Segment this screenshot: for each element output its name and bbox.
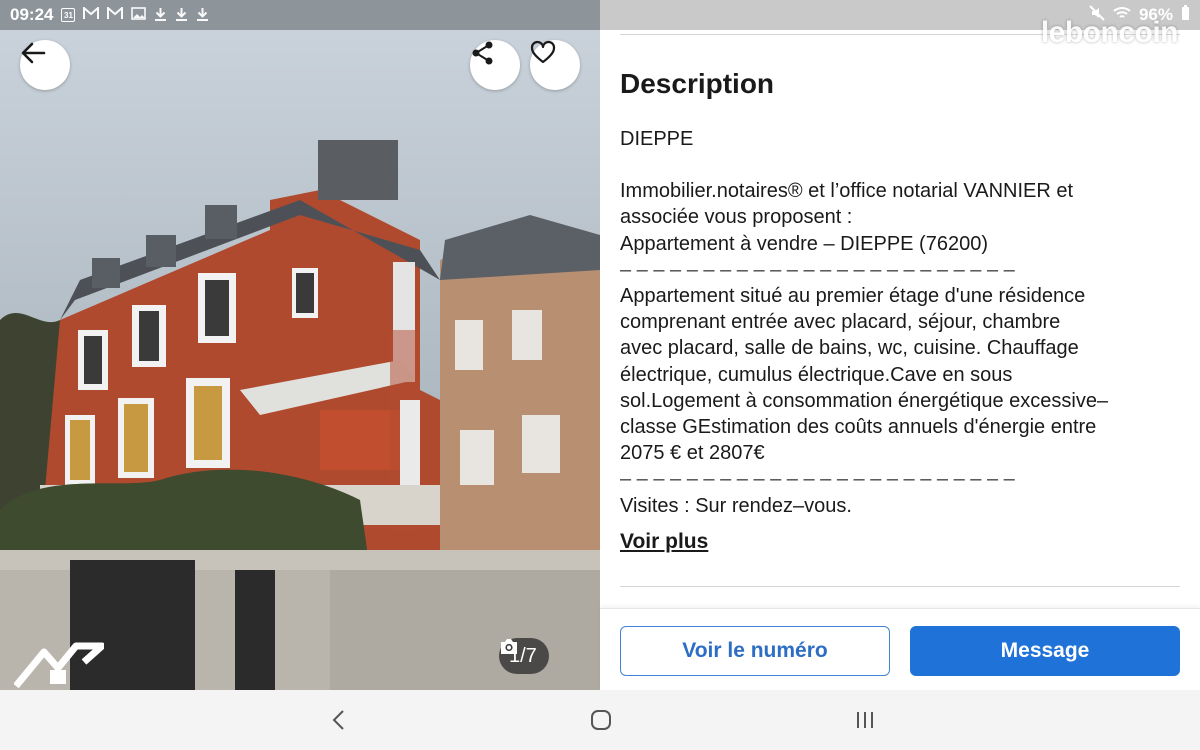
gallery-icon xyxy=(131,7,147,23)
divider xyxy=(620,586,1180,587)
arrow-left-icon xyxy=(21,42,46,64)
download-icon xyxy=(196,7,209,24)
download-icon xyxy=(175,7,188,24)
calendar-day: 31 xyxy=(64,10,73,20)
share-icon xyxy=(472,41,493,65)
message-button[interactable]: Message xyxy=(910,626,1180,676)
contact-action-bar: Voir le numéro Message xyxy=(600,608,1200,691)
photo-counter[interactable]: 1/7 xyxy=(499,638,549,674)
listing-details-panel: Description DIEPPE Immobilier.notaires® … xyxy=(600,30,1200,691)
battery-icon xyxy=(1181,4,1190,26)
leboncoin-watermark: leboncoin xyxy=(1040,16,1179,49)
status-bar-left: 09:24 31 xyxy=(0,0,600,30)
download-icon xyxy=(154,7,167,24)
description-body: DIEPPE Immobilier.notaires® et l’office … xyxy=(620,126,1190,519)
share-button[interactable] xyxy=(470,40,520,90)
home-nav-icon[interactable] xyxy=(581,705,621,735)
status-time: 09:24 xyxy=(10,5,54,24)
description-details: Appartement situé au premier étage d'une… xyxy=(620,285,1109,465)
recents-nav-icon[interactable] xyxy=(845,705,885,735)
back-nav-icon[interactable] xyxy=(318,705,358,735)
description-city: DIEPPE xyxy=(620,128,694,150)
listing-photo[interactable]: 1/7 xyxy=(0,30,600,690)
show-phone-button[interactable]: Voir le numéro xyxy=(620,626,890,676)
back-button[interactable] xyxy=(20,40,70,90)
camera-icon xyxy=(501,639,517,654)
description-separator: – – – – – – – – – – – – – – – – – – – – … xyxy=(620,468,1015,491)
heart-icon xyxy=(530,40,556,64)
description-intro: Immobilier.notaires® et l’office notaria… xyxy=(620,180,1074,255)
favorite-button[interactable] xyxy=(530,40,580,90)
calendar-icon: 31 xyxy=(61,8,76,22)
description-separator: – – – – – – – – – – – – – – – – – – – – … xyxy=(620,258,1015,281)
description-visits: Visites : Sur rendez–vous. xyxy=(620,494,852,517)
gmail-icon xyxy=(107,5,124,23)
gmail-icon xyxy=(83,5,100,23)
see-more-link[interactable]: Voir plus xyxy=(620,530,708,554)
building-photo-illustration xyxy=(0,30,600,690)
system-navigation-bar xyxy=(0,690,1200,750)
description-heading: Description xyxy=(620,68,775,99)
